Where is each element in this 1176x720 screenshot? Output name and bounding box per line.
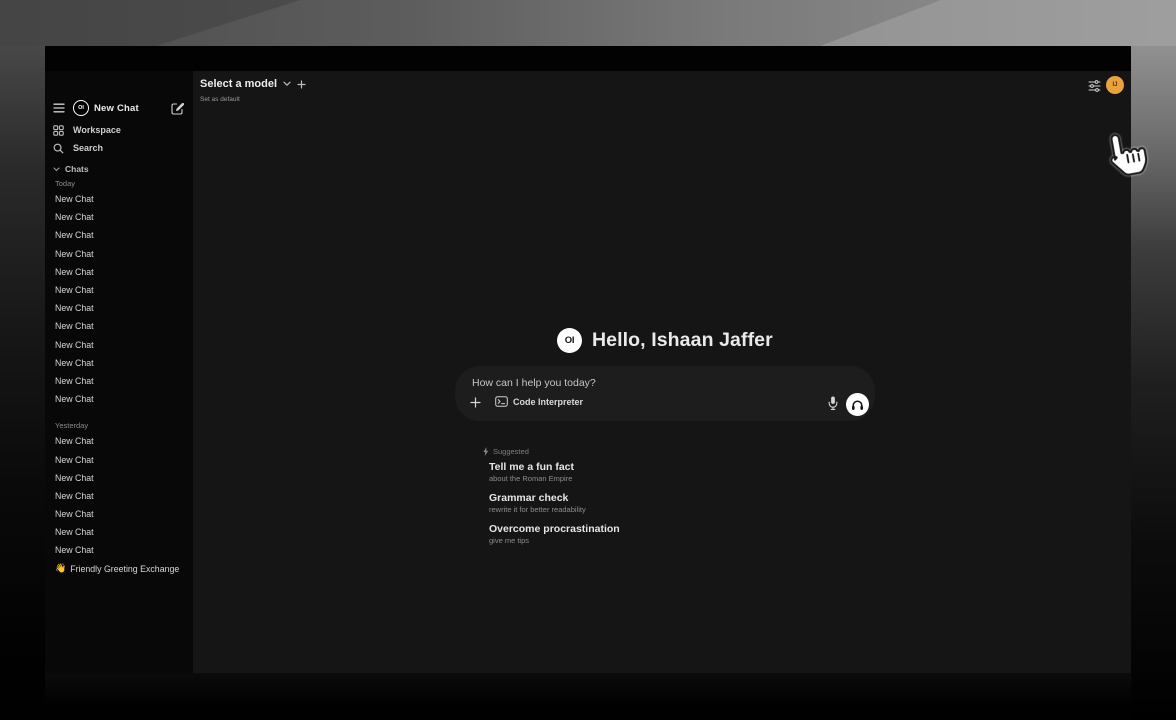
chat-list-item[interactable]: New Chat [45, 226, 193, 244]
suggested-prompt-title: Grammar check [489, 492, 620, 505]
chat-group-label: Yesterday [45, 419, 193, 432]
suggested-prompt-subtitle: rewrite it for better readability [489, 505, 620, 514]
suggested-prompt-subtitle: give me tips [489, 536, 620, 545]
chat-list-item[interactable]: New Chat [45, 317, 193, 335]
chat-list-item[interactable]: New Chat [45, 299, 193, 317]
suggested-prompt[interactable]: Grammar check rewrite it for better read… [489, 492, 620, 514]
chat-list-item[interactable]: New Chat [45, 469, 193, 487]
add-model-icon[interactable] [297, 80, 306, 89]
microphone-icon [828, 396, 838, 410]
chat-list-item[interactable]: New Chat [45, 281, 193, 299]
suggested-list: Tell me a fun fact about the Roman Empir… [489, 461, 620, 554]
chat-list-item[interactable]: New Chat [45, 336, 193, 354]
workspace-grid-icon [53, 125, 64, 136]
search-label: Search [73, 143, 103, 153]
chat-list-item[interactable]: New Chat [45, 523, 193, 541]
chat-list-item[interactable]: New Chat [45, 372, 193, 390]
chat-list-item[interactable]: New Chat [45, 263, 193, 281]
sidebar-home-link[interactable]: OI New Chat [73, 100, 139, 116]
sidebar-toggle-icon[interactable] [52, 101, 66, 115]
terminal-icon [495, 396, 508, 407]
greeting-text: Hello, Ishaan Jaffer [592, 329, 773, 352]
screen: OI New Chat Workspace [0, 0, 1176, 720]
attach-button[interactable] [468, 395, 482, 409]
bolt-icon [483, 447, 489, 456]
avatar-initials: IJ [1112, 82, 1117, 88]
user-avatar[interactable]: IJ [1106, 76, 1124, 94]
chevron-down-icon [53, 167, 60, 172]
chat-list-item[interactable]: New Chat [45, 450, 193, 468]
sidebar-item-workspace[interactable]: Workspace [53, 123, 121, 137]
suggested-prompt-title: Tell me a fun fact [489, 461, 620, 474]
chat-list-item[interactable]: New Chat [45, 245, 193, 263]
dictate-button[interactable] [826, 394, 839, 411]
app-logo-text: OI [565, 335, 574, 346]
message-composer[interactable]: How can I help you today? Code Interpret… [455, 366, 875, 421]
chat-list-item[interactable]: New Chat [45, 190, 193, 208]
search-icon [53, 143, 64, 154]
desktop-background-bottom [45, 673, 1131, 720]
chat-group-label: Today [45, 177, 193, 190]
composer-placeholder[interactable]: How can I help you today? [472, 377, 596, 389]
main-area: Select a model Set as default IJ [193, 71, 1131, 673]
suggested-label: Suggested [493, 447, 529, 456]
chat-list-item-named[interactable]: 👋 Friendly Greeting Exchange [45, 560, 193, 578]
app-logo-icon: OI [557, 328, 582, 353]
chat-list-item[interactable]: New Chat [45, 487, 193, 505]
chat-list-item[interactable]: New Chat [45, 208, 193, 226]
app-window: OI New Chat Workspace [45, 46, 1131, 673]
chat-list-item[interactable]: New Chat [45, 354, 193, 372]
model-selector-label: Select a model [200, 78, 277, 90]
chat-list-item[interactable]: New Chat [45, 505, 193, 523]
chats-section-toggle[interactable]: Chats [53, 163, 89, 175]
model-selector[interactable]: Select a model [200, 78, 306, 90]
app-logo-text: OI [78, 105, 84, 111]
sidebar-title: New Chat [94, 103, 139, 114]
chat-list-item[interactable]: New Chat [45, 390, 193, 408]
greeting-block: OI Hello, Ishaan Jaffer [557, 328, 773, 353]
voice-call-button[interactable] [846, 393, 869, 416]
adjustments-icon [1088, 80, 1101, 92]
suggested-prompt[interactable]: Tell me a fun fact about the Roman Empir… [489, 461, 620, 483]
app-titlebar [45, 46, 1131, 71]
set-as-default-button[interactable]: Set as default [200, 96, 240, 103]
app-logo-icon: OI [73, 100, 89, 116]
suggested-header: Suggested [483, 447, 529, 456]
plus-icon [470, 397, 481, 408]
wave-emoji: 👋 [55, 563, 66, 574]
chat-list-item[interactable]: New Chat [45, 432, 193, 450]
headphones-icon [851, 399, 864, 411]
chat-list: Today New Chat New Chat New Chat New Cha… [45, 177, 193, 578]
code-interpreter-toggle[interactable]: Code Interpreter [488, 393, 590, 410]
chat-controls-button[interactable] [1086, 78, 1102, 94]
new-chat-button[interactable] [169, 100, 185, 116]
suggested-prompt-subtitle: about the Roman Empire [489, 474, 620, 483]
suggested-prompt-title: Overcome procrastination [489, 523, 620, 536]
desktop-background-left [0, 46, 45, 720]
sidebar-item-search[interactable]: Search [53, 141, 103, 155]
suggested-prompt[interactable]: Overcome procrastination give me tips [489, 523, 620, 545]
sidebar: OI New Chat Workspace [45, 71, 193, 673]
chat-list-item[interactable]: New Chat [45, 541, 193, 559]
chevron-down-icon [283, 81, 291, 87]
cursor-pointer [1099, 125, 1154, 189]
workspace-label: Workspace [73, 125, 121, 135]
code-interpreter-label: Code Interpreter [513, 397, 583, 407]
named-chat-label: Friendly Greeting Exchange [70, 564, 179, 574]
chats-section-label: Chats [65, 164, 89, 174]
